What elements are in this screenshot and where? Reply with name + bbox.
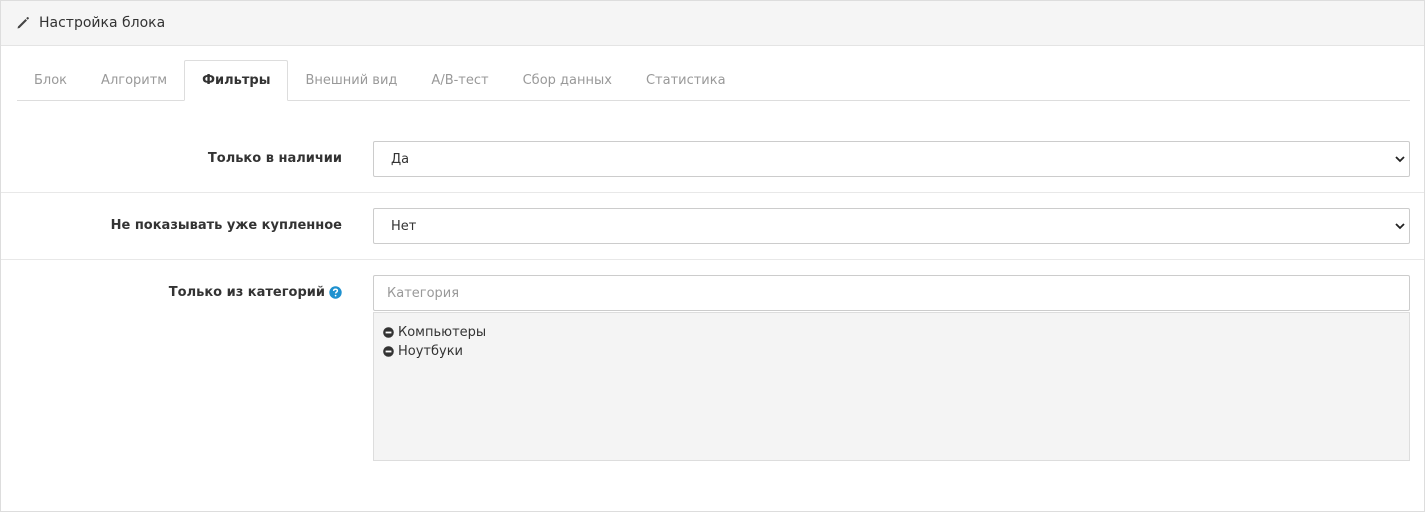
list-item: Компьютеры — [383, 323, 1400, 342]
category-item-label: Ноутбуки — [398, 344, 464, 359]
tab-data-collection[interactable]: Сбор данных — [506, 60, 629, 100]
tab-algorithm[interactable]: Алгоритм — [84, 60, 184, 100]
chevron-down-icon — [1394, 220, 1406, 232]
tab-bar: Блок Алгоритм Фильтры Внешний вид A/B-те… — [17, 60, 1410, 101]
in-stock-label: Только в наличии — [207, 151, 342, 166]
in-stock-select[interactable]: Да — [373, 141, 1410, 177]
chevron-down-icon — [1394, 153, 1406, 165]
hide-purchased-select-value: Нет — [391, 218, 417, 234]
form-row-in-stock: Только в наличии Да — [1, 125, 1424, 193]
category-item-label: Компьютеры — [398, 325, 487, 340]
question-circle-icon[interactable] — [329, 286, 342, 299]
categories-label-text: Только из категорий — [168, 285, 325, 300]
form-row-categories: Только из категорий Компьютеры — [1, 260, 1424, 480]
minus-circle-icon[interactable] — [383, 346, 394, 357]
tab-ab-test[interactable]: A/B-тест — [414, 60, 505, 100]
panel-title: Настройка блока — [39, 15, 166, 31]
panel-heading: Настройка блока — [1, 1, 1424, 46]
in-stock-select-value: Да — [391, 151, 410, 167]
tab-filters[interactable]: Фильтры — [184, 60, 289, 101]
form-row-hide-purchased: Не показывать уже купленное Нет — [1, 193, 1424, 260]
selected-categories-list: Компьютеры Ноутбуки — [373, 312, 1410, 461]
category-search-input[interactable] — [373, 275, 1410, 311]
list-item: Ноутбуки — [383, 342, 1400, 361]
pencil-icon — [16, 16, 30, 30]
hide-purchased-select[interactable]: Нет — [373, 208, 1410, 244]
categories-label: Только из категорий — [169, 285, 342, 300]
tab-appearance[interactable]: Внешний вид — [288, 60, 414, 100]
block-settings-panel: Настройка блока Блок Алгоритм Фильтры Вн… — [0, 0, 1425, 512]
tab-statistics[interactable]: Статистика — [629, 60, 743, 100]
minus-circle-icon[interactable] — [383, 327, 394, 338]
tab-block[interactable]: Блок — [17, 60, 84, 100]
hide-purchased-label: Не показывать уже купленное — [110, 218, 342, 233]
